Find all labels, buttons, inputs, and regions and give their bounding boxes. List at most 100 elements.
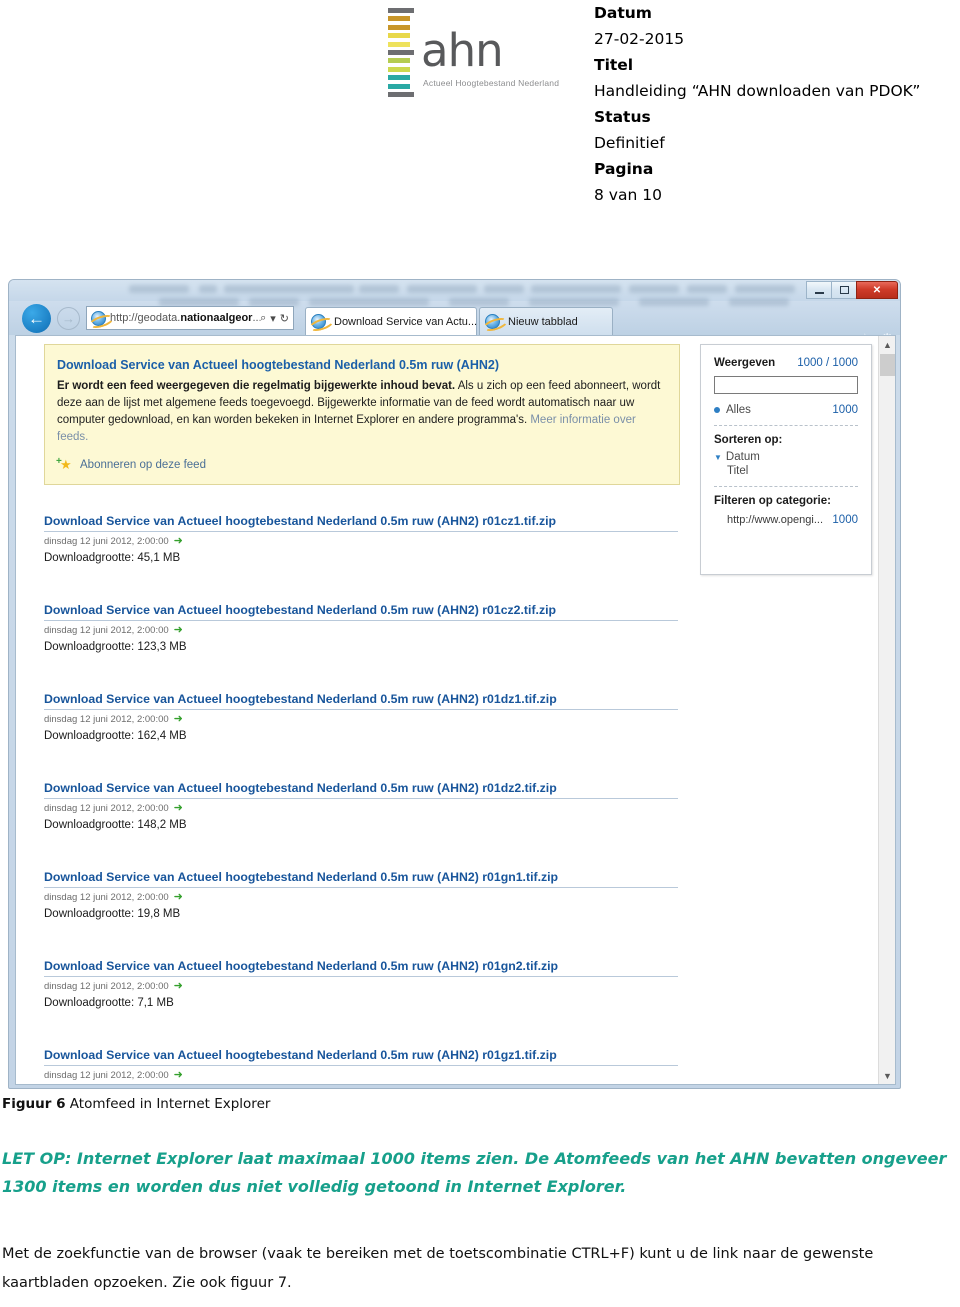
browser-tab-new[interactable]: Nieuw tabblad bbox=[479, 307, 613, 335]
entry-divider bbox=[44, 976, 678, 977]
feed-entry-title[interactable]: Download Service van Actueel hoogtebesta… bbox=[44, 1048, 678, 1062]
entry-divider bbox=[44, 798, 678, 799]
arrow-right-icon: ➜ bbox=[173, 891, 183, 903]
feed-entry-size: Downloadgrootte: 148,2 MB bbox=[44, 819, 187, 831]
feed-entry-title[interactable]: Download Service van Actueel hoogtebesta… bbox=[44, 959, 678, 973]
sorteren-label: Sorteren op: bbox=[714, 434, 783, 446]
weergeven-label: Weergeven bbox=[714, 357, 776, 369]
minimize-button[interactable] bbox=[806, 281, 832, 299]
logo-bar bbox=[388, 8, 414, 13]
refresh-icon[interactable]: ↻ bbox=[280, 312, 289, 325]
feed-entry-title[interactable]: Download Service van Actueel hoogtebesta… bbox=[44, 781, 678, 795]
alles-label: Alles bbox=[714, 404, 751, 416]
meta-label-datum: Datum bbox=[594, 4, 652, 22]
weergeven-count: 1000 / 1000 bbox=[797, 357, 858, 369]
panel-divider bbox=[714, 486, 858, 487]
feed-entry-size: Downloadgrootte: 19,8 MB bbox=[44, 908, 181, 920]
document-header: ahn Actueel Hoogtebestand Nederland Datu… bbox=[0, 0, 960, 215]
feed-entry-title[interactable]: Download Service van Actueel hoogtebesta… bbox=[44, 692, 678, 706]
address-bar-icons: ⌕ ▾ ↻ bbox=[260, 312, 289, 325]
back-button[interactable]: ← bbox=[22, 304, 51, 333]
logo-color-bars bbox=[388, 8, 418, 100]
feed-entry: Download Service van Actueel hoogtebesta… bbox=[44, 781, 678, 831]
meta-label-status: Status bbox=[594, 108, 651, 126]
entry-divider bbox=[44, 620, 678, 621]
arrow-right-icon: ➜ bbox=[173, 624, 183, 636]
entry-divider bbox=[44, 887, 678, 888]
feed-entry-title[interactable]: Download Service van Actueel hoogtebesta… bbox=[44, 870, 678, 884]
arrow-right-icon: ➜ bbox=[173, 980, 183, 992]
chevron-down-icon[interactable]: ▾ bbox=[270, 312, 276, 325]
logo-bar bbox=[388, 75, 410, 81]
sort-option-titel[interactable]: Titel bbox=[701, 465, 871, 477]
meta-value-pagina: 8 van 10 bbox=[594, 186, 662, 204]
feed-entry-date: dinsdag 12 juni 2012, 2:00:00 ➜ bbox=[44, 980, 183, 993]
feed-entry-size: Downloadgrootte: 7,1 MB bbox=[44, 997, 174, 1009]
forward-button[interactable]: → bbox=[57, 307, 80, 330]
browser-navigation-bar: ← → http://geodata.nationaalgeor... ⌕ ▾ … bbox=[9, 298, 900, 348]
feed-entry: Download Service van Actueel hoogtebesta… bbox=[44, 692, 678, 742]
feed-entry-title[interactable]: Download Service van Actueel hoogtebesta… bbox=[44, 603, 678, 617]
subscribe-to-feed-link[interactable]: ★ Abonneren op deze feed bbox=[56, 455, 206, 471]
feed-entry-date: dinsdag 12 juni 2012, 2:00:00 ➜ bbox=[44, 891, 183, 904]
feed-entry-title[interactable]: Download Service van Actueel hoogtebesta… bbox=[44, 514, 678, 528]
address-bar[interactable]: http://geodata.nationaalgeor... ⌕ ▾ ↻ bbox=[86, 306, 294, 330]
document-page: ahn Actueel Hoogtebestand Nederland Datu… bbox=[0, 0, 960, 1307]
feed-entry-size: Downloadgrootte: 123,3 MB bbox=[44, 641, 187, 653]
filteren-label: Filteren op categorie: bbox=[714, 495, 831, 507]
document-metadata: Datum 27-02-2015 Titel Handleiding “AHN … bbox=[594, 0, 960, 208]
alles-count: 1000 bbox=[832, 404, 858, 416]
meta-label-pagina: Pagina bbox=[594, 160, 654, 178]
weergeven-row: Weergeven 1000 / 1000 bbox=[701, 357, 871, 369]
figure-caption: Figuur 6 Atomfeed in Internet Explorer bbox=[2, 1096, 270, 1112]
alles-filter-row[interactable]: Alles 1000 bbox=[701, 404, 871, 416]
maximize-button[interactable] bbox=[831, 281, 857, 299]
scrollbar-thumb[interactable] bbox=[880, 354, 895, 376]
tab-label: Nieuw tabblad bbox=[508, 315, 578, 328]
feed-filter-panel: Weergeven 1000 / 1000 Alles 1000 Sortere… bbox=[700, 344, 872, 575]
selected-radio-icon bbox=[714, 406, 720, 413]
internet-explorer-icon bbox=[91, 310, 106, 326]
sort-option-datum[interactable]: ▼ Datum bbox=[701, 451, 871, 463]
body-paragraph: Met de zoekfunctie van de browser (vaak … bbox=[2, 1246, 874, 1291]
logo-bar bbox=[388, 58, 410, 64]
scroll-down-icon[interactable]: ▼ bbox=[879, 1067, 895, 1084]
logo-bar bbox=[388, 83, 410, 89]
feed-entry-date: dinsdag 12 juni 2012, 2:00:00 ➜ bbox=[44, 624, 183, 637]
logo-tagline: Actueel Hoogtebestand Nederland bbox=[423, 78, 560, 88]
tab-label: Download Service van Actu... bbox=[334, 315, 478, 328]
logo-bar bbox=[388, 41, 410, 47]
search-icon[interactable]: ⌕ bbox=[260, 312, 266, 325]
feed-title: Download Service van Actueel hoogtebesta… bbox=[57, 358, 499, 372]
warning-note: LET OP: Internet Explorer laat maximaal … bbox=[2, 1149, 947, 1196]
feed-entry-date: dinsdag 12 juni 2012, 2:00:00 ➜ bbox=[44, 802, 183, 815]
category-count: 1000 bbox=[832, 514, 858, 526]
meta-value-datum: 27-02-2015 bbox=[594, 30, 685, 48]
feed-info-box: Download Service van Actueel hoogtebesta… bbox=[44, 344, 680, 485]
category-filter-row[interactable]: http://www.opengi... 1000 bbox=[701, 514, 871, 526]
logo-bar bbox=[388, 24, 410, 30]
feed-description-lead: Er wordt een feed weergegeven die regelm… bbox=[57, 380, 456, 392]
feed-entry-date: dinsdag 12 juni 2012, 2:00:00 ➜ bbox=[44, 1069, 183, 1082]
internet-explorer-icon bbox=[485, 314, 500, 329]
entry-divider bbox=[44, 1065, 678, 1066]
address-bar-text: http://geodata.nationaalgeor... bbox=[110, 312, 260, 324]
meta-value-status: Definitief bbox=[594, 134, 665, 152]
close-button[interactable]: ✕ bbox=[856, 281, 898, 299]
content-vertical-scrollbar[interactable]: ▲ ▼ bbox=[878, 336, 895, 1084]
internet-explorer-icon bbox=[311, 314, 326, 329]
category-url: http://www.opengi... bbox=[727, 514, 823, 526]
meta-label-titel: Titel bbox=[594, 56, 634, 74]
feed-search-input[interactable] bbox=[714, 376, 858, 394]
logo-bar bbox=[388, 66, 410, 72]
feed-entry: Download Service van Actueel hoogtebesta… bbox=[44, 1048, 678, 1081]
feed-entry: Download Service van Actueel hoogtebesta… bbox=[44, 603, 678, 653]
arrow-right-icon: ➜ bbox=[173, 1069, 183, 1081]
browser-window-screenshot: ✕ ← → http://geodata.nationaalgeor... ⌕ … bbox=[8, 279, 901, 1089]
figure-caption-number: Figuur 6 bbox=[2, 1096, 66, 1112]
feed-entry: Download Service van Actueel hoogtebesta… bbox=[44, 870, 678, 920]
window-control-buttons: ✕ bbox=[806, 281, 898, 300]
scroll-up-icon[interactable]: ▲ bbox=[879, 336, 895, 353]
browser-tab-active[interactable]: Download Service van Actu... ✕ bbox=[305, 307, 492, 335]
logo-bar bbox=[388, 50, 414, 55]
